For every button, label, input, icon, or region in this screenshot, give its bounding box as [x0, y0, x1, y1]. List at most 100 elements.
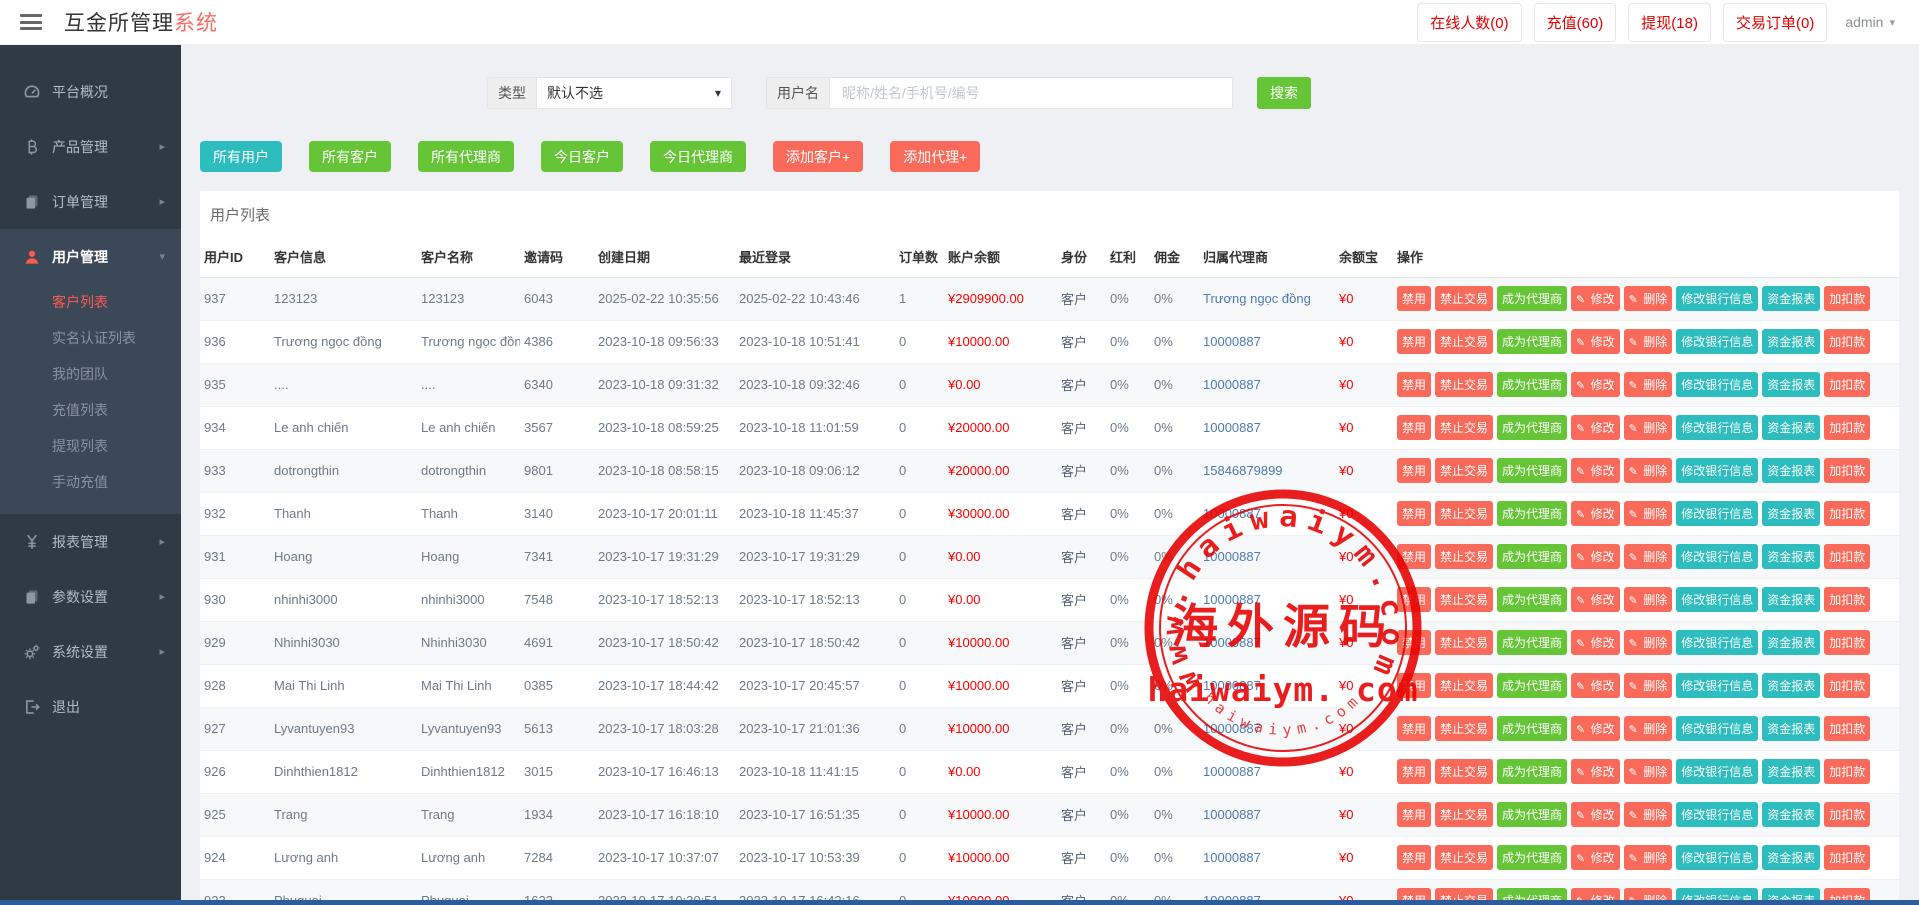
- fund-report-button[interactable]: 资金报表: [1762, 286, 1820, 311]
- adjust-balance-button[interactable]: 加扣款: [1824, 845, 1870, 870]
- make-agent-button[interactable]: 成为代理商: [1497, 716, 1567, 741]
- username-input[interactable]: [829, 77, 1233, 109]
- ban-trade-button[interactable]: 禁止交易: [1435, 458, 1493, 483]
- delete-button[interactable]: ✎ 删除: [1624, 415, 1673, 440]
- search-button[interactable]: 搜索: [1257, 77, 1311, 109]
- edit-bank-button[interactable]: 修改银行信息: [1676, 759, 1758, 784]
- fund-report-button[interactable]: 资金报表: [1762, 759, 1820, 784]
- edit-button[interactable]: ✎ 修改: [1571, 286, 1620, 311]
- adjust-balance-button[interactable]: 加扣款: [1824, 372, 1870, 397]
- sidebar-subitem[interactable]: 我的团队: [0, 356, 181, 392]
- ban-trade-button[interactable]: 禁止交易: [1435, 716, 1493, 741]
- edit-bank-button[interactable]: 修改银行信息: [1676, 501, 1758, 526]
- ban-trade-button[interactable]: 禁止交易: [1435, 630, 1493, 655]
- menu-toggle-icon[interactable]: [20, 14, 42, 30]
- delete-button[interactable]: ✎ 删除: [1624, 845, 1673, 870]
- all-users-button[interactable]: 所有用户: [200, 141, 282, 172]
- fund-report-button[interactable]: 资金报表: [1762, 587, 1820, 612]
- edit-button[interactable]: ✎ 修改: [1571, 329, 1620, 354]
- fund-report-button[interactable]: 资金报表: [1762, 673, 1820, 698]
- disable-button[interactable]: 禁用: [1397, 716, 1431, 741]
- fund-report-button[interactable]: 资金报表: [1762, 802, 1820, 827]
- edit-button[interactable]: ✎ 修改: [1571, 802, 1620, 827]
- sidebar-subitem[interactable]: 客户列表: [0, 284, 181, 320]
- delete-button[interactable]: ✎ 删除: [1624, 716, 1673, 741]
- type-select[interactable]: 默认不选 ▾: [536, 77, 732, 109]
- ban-trade-button[interactable]: 禁止交易: [1435, 415, 1493, 440]
- disable-button[interactable]: 禁用: [1397, 501, 1431, 526]
- disable-button[interactable]: 禁用: [1397, 458, 1431, 483]
- edit-bank-button[interactable]: 修改银行信息: [1676, 329, 1758, 354]
- agent-link[interactable]: 10000887: [1203, 420, 1261, 435]
- delete-button[interactable]: ✎ 删除: [1624, 673, 1673, 698]
- adjust-balance-button[interactable]: 加扣款: [1824, 329, 1870, 354]
- edit-button[interactable]: ✎ 修改: [1571, 501, 1620, 526]
- agent-link[interactable]: 10000887: [1203, 377, 1261, 392]
- fund-report-button[interactable]: 资金报表: [1762, 372, 1820, 397]
- make-agent-button[interactable]: 成为代理商: [1497, 286, 1567, 311]
- all-agents-button[interactable]: 所有代理商: [418, 141, 514, 172]
- today-agents-button[interactable]: 今日代理商: [650, 141, 746, 172]
- sidebar-item-orders[interactable]: 订单管理▸: [0, 174, 181, 229]
- ban-trade-button[interactable]: 禁止交易: [1435, 802, 1493, 827]
- delete-button[interactable]: ✎ 删除: [1624, 802, 1673, 827]
- delete-button[interactable]: ✎ 删除: [1624, 458, 1673, 483]
- edit-button[interactable]: ✎ 修改: [1571, 415, 1620, 440]
- delete-button[interactable]: ✎ 删除: [1624, 501, 1673, 526]
- disable-button[interactable]: 禁用: [1397, 372, 1431, 397]
- edit-bank-button[interactable]: 修改银行信息: [1676, 716, 1758, 741]
- delete-button[interactable]: ✎ 删除: [1624, 372, 1673, 397]
- edit-button[interactable]: ✎ 修改: [1571, 716, 1620, 741]
- sidebar-subitem[interactable]: 实名认证列表: [0, 320, 181, 356]
- make-agent-button[interactable]: 成为代理商: [1497, 845, 1567, 870]
- disable-button[interactable]: 禁用: [1397, 845, 1431, 870]
- ban-trade-button[interactable]: 禁止交易: [1435, 286, 1493, 311]
- make-agent-button[interactable]: 成为代理商: [1497, 544, 1567, 569]
- agent-link[interactable]: 10000887: [1203, 807, 1261, 822]
- fund-report-button[interactable]: 资金报表: [1762, 630, 1820, 655]
- edit-bank-button[interactable]: 修改银行信息: [1676, 415, 1758, 440]
- adjust-balance-button[interactable]: 加扣款: [1824, 587, 1870, 612]
- edit-bank-button[interactable]: 修改银行信息: [1676, 372, 1758, 397]
- make-agent-button[interactable]: 成为代理商: [1497, 415, 1567, 440]
- ban-trade-button[interactable]: 禁止交易: [1435, 759, 1493, 784]
- agent-link[interactable]: 10000887: [1203, 506, 1261, 521]
- sidebar-item-reports[interactable]: 报表管理▸: [0, 514, 181, 569]
- ban-trade-button[interactable]: 禁止交易: [1435, 501, 1493, 526]
- make-agent-button[interactable]: 成为代理商: [1497, 329, 1567, 354]
- add-agent-button[interactable]: 添加代理+: [890, 141, 980, 172]
- ban-trade-button[interactable]: 禁止交易: [1435, 329, 1493, 354]
- edit-button[interactable]: ✎ 修改: [1571, 544, 1620, 569]
- adjust-balance-button[interactable]: 加扣款: [1824, 802, 1870, 827]
- adjust-balance-button[interactable]: 加扣款: [1824, 501, 1870, 526]
- edit-bank-button[interactable]: 修改银行信息: [1676, 458, 1758, 483]
- edit-button[interactable]: ✎ 修改: [1571, 673, 1620, 698]
- make-agent-button[interactable]: 成为代理商: [1497, 673, 1567, 698]
- ban-trade-button[interactable]: 禁止交易: [1435, 372, 1493, 397]
- agent-link[interactable]: 15846879899: [1203, 463, 1283, 478]
- sidebar-item-users[interactable]: 用户管理▾: [0, 229, 181, 284]
- sidebar-subitem[interactable]: 充值列表: [0, 392, 181, 428]
- disable-button[interactable]: 禁用: [1397, 802, 1431, 827]
- fund-report-button[interactable]: 资金报表: [1762, 458, 1820, 483]
- delete-button[interactable]: ✎ 删除: [1624, 630, 1673, 655]
- adjust-balance-button[interactable]: 加扣款: [1824, 415, 1870, 440]
- agent-link[interactable]: Trương ngọc đồng: [1203, 291, 1311, 306]
- disable-button[interactable]: 禁用: [1397, 630, 1431, 655]
- edit-button[interactable]: ✎ 修改: [1571, 759, 1620, 784]
- sidebar-item-system[interactable]: 系统设置▸: [0, 624, 181, 679]
- adjust-balance-button[interactable]: 加扣款: [1824, 630, 1870, 655]
- sidebar-item-products[interactable]: 产品管理▸: [0, 119, 181, 174]
- disable-button[interactable]: 禁用: [1397, 587, 1431, 612]
- agent-link[interactable]: 10000887: [1203, 549, 1261, 564]
- delete-button[interactable]: ✎ 删除: [1624, 286, 1673, 311]
- edit-bank-button[interactable]: 修改银行信息: [1676, 286, 1758, 311]
- edit-bank-button[interactable]: 修改银行信息: [1676, 845, 1758, 870]
- delete-button[interactable]: ✎ 删除: [1624, 759, 1673, 784]
- agent-link[interactable]: 10000887: [1203, 592, 1261, 607]
- disable-button[interactable]: 禁用: [1397, 673, 1431, 698]
- delete-button[interactable]: ✎ 删除: [1624, 544, 1673, 569]
- fund-report-button[interactable]: 资金报表: [1762, 716, 1820, 741]
- delete-button[interactable]: ✎ 删除: [1624, 587, 1673, 612]
- admin-menu[interactable]: admin ▾: [1839, 14, 1901, 30]
